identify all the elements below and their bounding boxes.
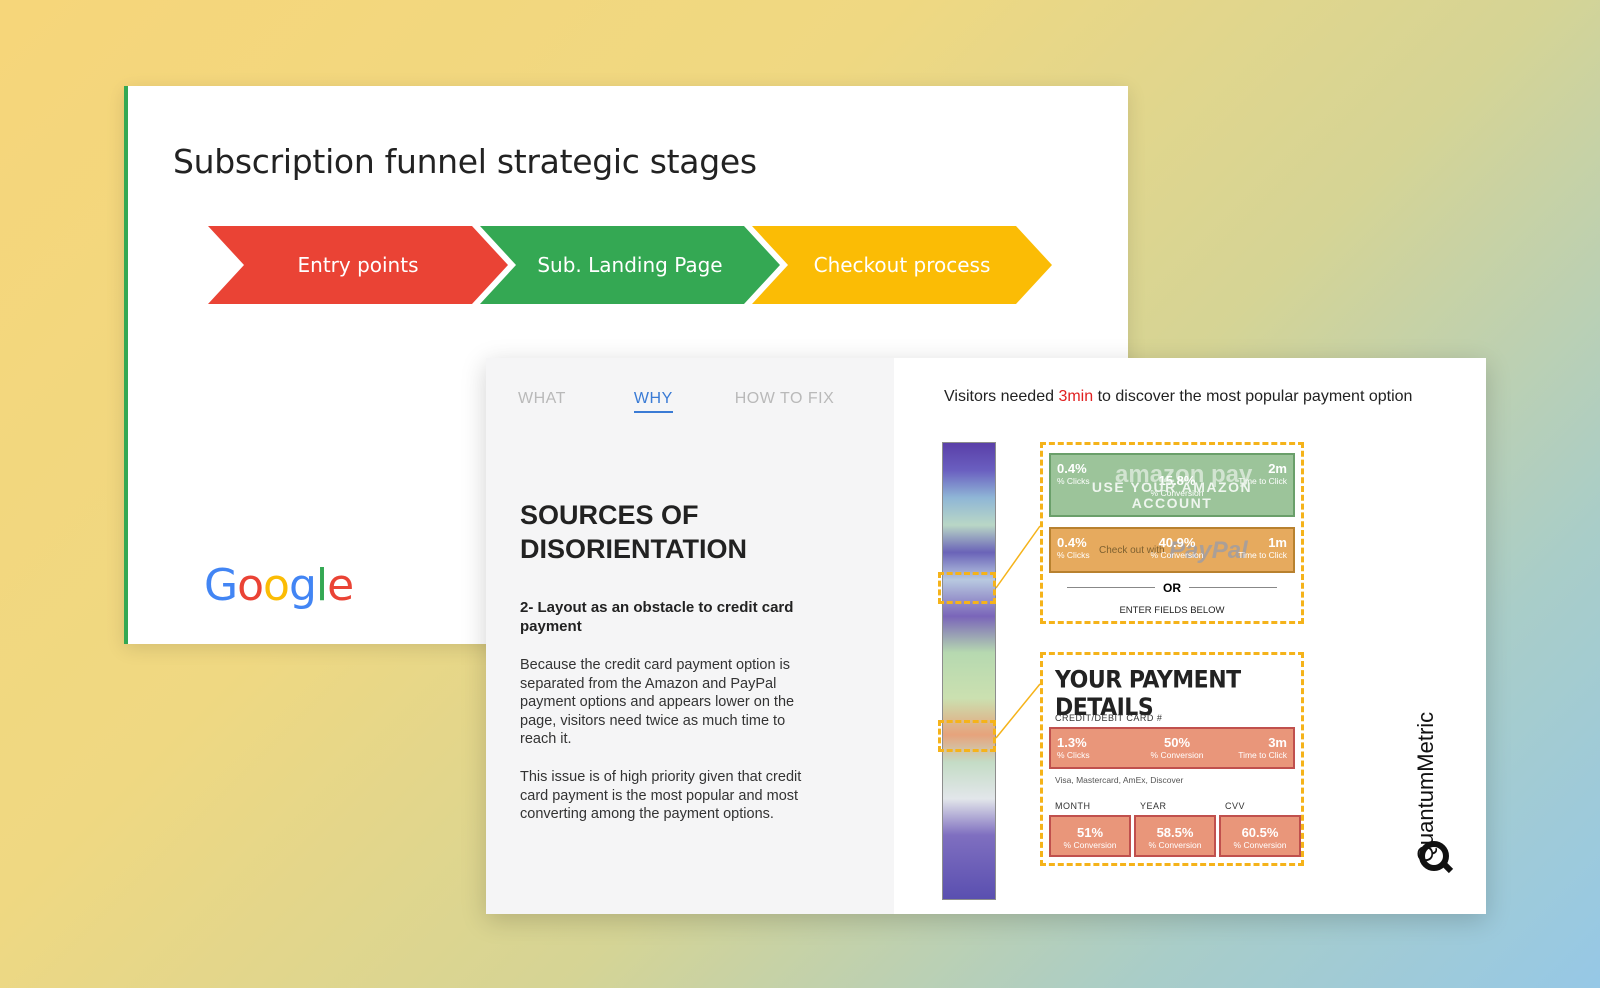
paypal-clicks: 0.4%% Clicks bbox=[1057, 535, 1090, 560]
logo-letter: G bbox=[204, 560, 238, 611]
amazon-cta: USE YOUR AMAZON ACCOUNT bbox=[1091, 479, 1253, 511]
quantum-metric-wordmark: QuantumMetric bbox=[1413, 711, 1439, 863]
enter-fields-label: ENTER FIELDS BELOW bbox=[1119, 605, 1225, 616]
card-time: 3m Time to Click bbox=[1238, 735, 1287, 760]
amazon-pay-row[interactable]: amazon pay 0.4%% Clicks 15.8%% Conversio… bbox=[1049, 453, 1295, 517]
field-conversion: 51%% Conversion bbox=[1063, 825, 1117, 850]
paypal-row[interactable]: Check out with PayPal 0.4%% Clicks 40.9%… bbox=[1049, 527, 1295, 573]
insight-tabs: WHAT WHY HOW TO FIX bbox=[518, 390, 834, 413]
field-cvv[interactable]: 60.5%% Conversion bbox=[1219, 815, 1301, 857]
card-clicks: 1.3%% Clicks bbox=[1057, 735, 1090, 760]
heatmap-panel: Visitors needed 3min to discover the mos… bbox=[894, 358, 1486, 914]
logo-letter: o bbox=[237, 560, 264, 611]
logo-letter: g bbox=[288, 560, 317, 611]
card-types: Visa, Mastercard, AmEx, Discover bbox=[1055, 775, 1184, 785]
funnel-stage-3: Checkout process bbox=[752, 226, 1052, 304]
tab-how-to-fix[interactable]: HOW TO FIX bbox=[735, 390, 835, 413]
field-label-year: YEAR bbox=[1140, 801, 1167, 811]
field-conversion: 60.5%% Conversion bbox=[1233, 825, 1287, 850]
expiry-cvv-fields: MONTH 51%% Conversion YEAR 58.5%% Conversio… bbox=[1049, 801, 1301, 859]
field-conversion: 58.5%% Conversion bbox=[1148, 825, 1202, 850]
field-label-month: MONTH bbox=[1055, 801, 1091, 811]
funnel-stages: Entry points Sub. Landing Page Checkout pr… bbox=[208, 226, 1068, 306]
insight-card: WHAT WHY HOW TO FIX SOURCES OF DISORIENTAT… bbox=[486, 358, 1486, 914]
field-month[interactable]: 51%% Conversion bbox=[1049, 815, 1131, 857]
funnel-stage-2: Sub. Landing Page bbox=[480, 226, 780, 304]
insight-paragraph-2: This issue is of high priority given tha… bbox=[520, 769, 802, 822]
express-payment-box: amazon pay 0.4%% Clicks 15.8%% Conversio… bbox=[1040, 442, 1304, 624]
logo-letter: o bbox=[263, 560, 290, 611]
insight-text-panel: WHAT WHY HOW TO FIX SOURCES OF DISORIENTAT… bbox=[486, 358, 894, 914]
logo-letter: e bbox=[327, 560, 354, 611]
card-number-label: CREDIT/DEBIT CARD # bbox=[1055, 713, 1163, 723]
tab-why[interactable]: WHY bbox=[633, 390, 673, 413]
card-number-field[interactable]: 1.3%% Clicks 50%% Conversion 3m Time to C… bbox=[1049, 727, 1295, 769]
payment-details-box: YOUR PAYMENT DETAILS CREDIT/DEBIT CARD #… bbox=[1040, 652, 1304, 866]
logo-letter: l bbox=[315, 560, 328, 611]
google-logo: Google bbox=[204, 560, 354, 611]
paypal-conversion: 40.9%% Conversion bbox=[1150, 535, 1204, 560]
funnel-stage-label: Sub. Landing Page bbox=[537, 253, 723, 277]
insight-paragraph-1: Because the credit card payment option i… bbox=[520, 657, 795, 747]
or-label: OR bbox=[1155, 581, 1189, 595]
funnel-stage-label: Entry points bbox=[297, 253, 419, 277]
card-conversion: 50%% Conversion bbox=[1150, 735, 1204, 760]
insight-heading: SOURCES OF DISORIENTATION bbox=[520, 500, 747, 564]
or-label-wrap: OR bbox=[1043, 579, 1301, 597]
funnel-stage-1: Entry points bbox=[208, 226, 508, 304]
funnel-stage-label: Checkout process bbox=[813, 253, 991, 277]
tab-what[interactable]: WHAT bbox=[518, 390, 566, 413]
insight-subheading: 2- Layout as an obstacle to credit card … bbox=[520, 599, 794, 635]
slide-title: Subscription funnel strategic stages bbox=[173, 142, 757, 181]
quantum-metric-logo: QuantumMetric bbox=[1413, 704, 1456, 874]
paypal-time: 1m Time to Click bbox=[1238, 535, 1287, 560]
field-label-cvv: CVV bbox=[1225, 801, 1246, 811]
field-year[interactable]: 58.5%% Conversion bbox=[1134, 815, 1216, 857]
